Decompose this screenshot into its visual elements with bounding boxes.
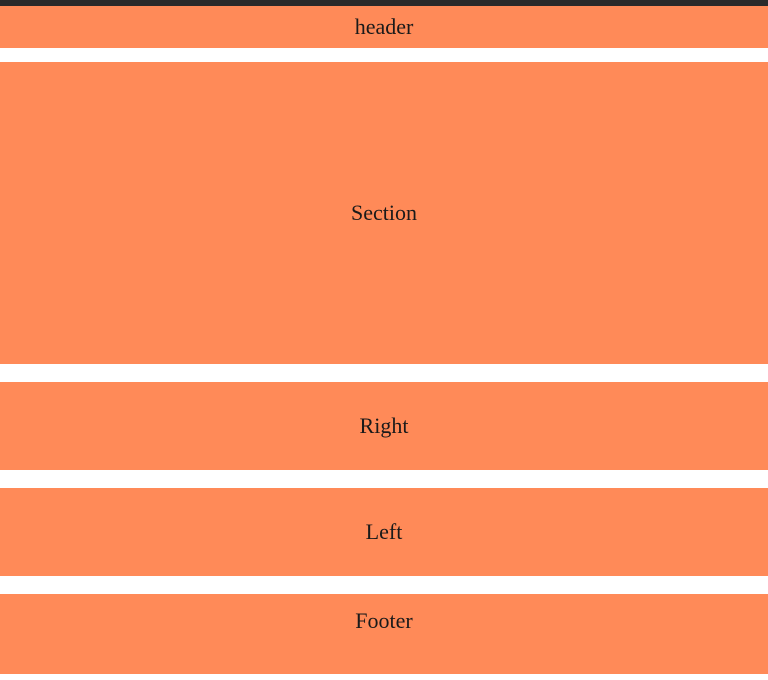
spacer <box>0 48 768 62</box>
right-region: Right <box>0 382 768 470</box>
right-label: Right <box>360 413 409 439</box>
spacer <box>0 470 768 488</box>
footer-region: Footer <box>0 594 768 674</box>
left-label: Left <box>366 519 403 545</box>
spacer <box>0 364 768 382</box>
section-region: Section <box>0 62 768 364</box>
header-label: header <box>355 14 414 40</box>
left-region: Left <box>0 488 768 576</box>
header-region: header <box>0 6 768 48</box>
section-label: Section <box>351 200 417 226</box>
footer-label: Footer <box>355 608 412 634</box>
spacer <box>0 576 768 594</box>
